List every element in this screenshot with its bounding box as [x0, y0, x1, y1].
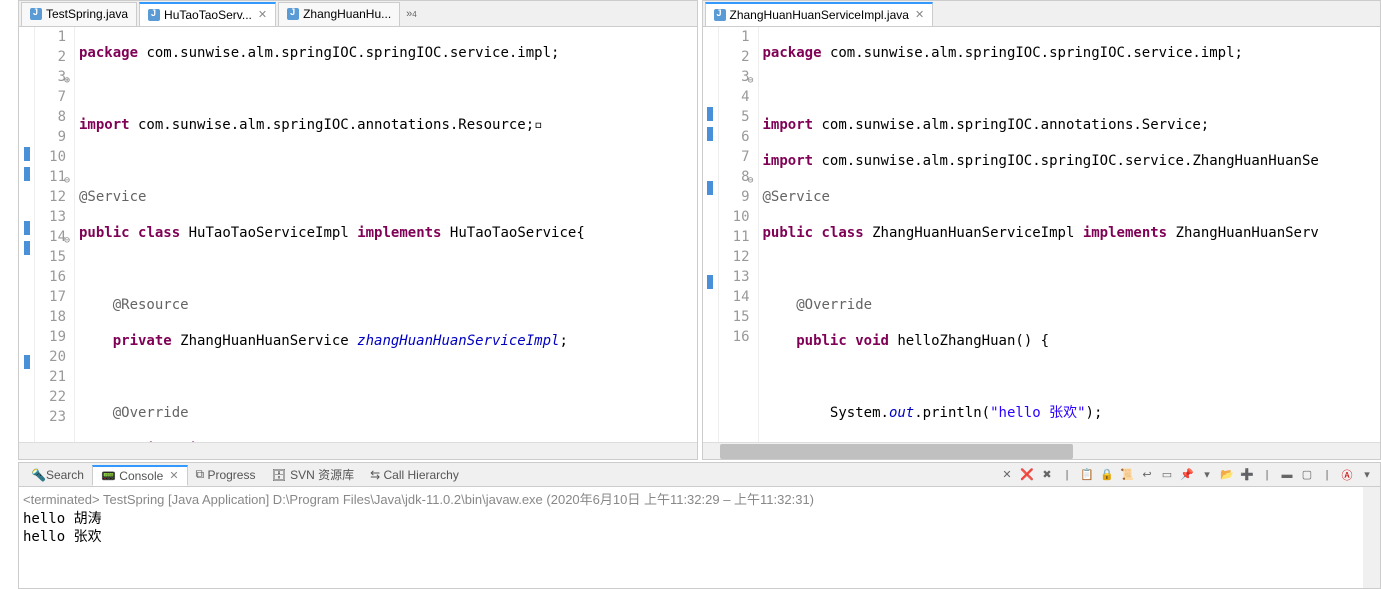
- tab-label: ZhangHuanHu...: [303, 7, 391, 21]
- console-icon: 📟: [101, 469, 116, 483]
- fold-icon[interactable]: ⊖: [60, 171, 70, 181]
- sep-icon: |: [1058, 466, 1076, 484]
- sep-icon: |: [1258, 466, 1276, 484]
- bottom-tabs-bar: 🔦 Search 📟 Console ✕ ⧉ Progress 🗄 SVN 资源…: [19, 463, 1380, 487]
- marker-icon: [707, 181, 713, 195]
- tab-label: ZhangHuanHuanServiceImpl.java: [730, 8, 909, 22]
- tab-testspring[interactable]: TestSpring.java: [21, 2, 137, 26]
- tab-label: HuTaoTaoServ...: [164, 8, 252, 22]
- java-file-icon: [714, 9, 726, 21]
- marker-icon: [24, 241, 30, 255]
- tab-zhanghuanhu[interactable]: ZhangHuanHu...: [278, 2, 400, 26]
- close-icon[interactable]: ✕: [258, 8, 267, 21]
- console-status: <terminated> TestSpring [Java Applicatio…: [19, 487, 1363, 510]
- marker-icon: [24, 147, 30, 161]
- console-toolbar: ✕ ❌ ✖ | 📋 🔒 📜 ↩ ▭ 📌 ▾ 📂 ➕ | ▬ ▢ | Ⓐ ▾: [998, 466, 1376, 484]
- fold-icon[interactable]: ⊖: [60, 231, 70, 241]
- open-console-icon[interactable]: 📂: [1218, 466, 1236, 484]
- console-line: hello 张欢: [23, 528, 1359, 546]
- left-tabs-bar: TestSpring.java HuTaoTaoServ... ✕ ZhangH…: [19, 1, 697, 27]
- console-line: hello 胡涛: [23, 510, 1359, 528]
- right-editor-pane: ZhangHuanHuanServiceImpl.java ✕ 1 2: [702, 0, 1381, 460]
- word-wrap-icon[interactable]: ↩: [1138, 466, 1156, 484]
- marker-icon: [707, 127, 713, 141]
- tab-hutaotaoservice[interactable]: HuTaoTaoServ... ✕: [139, 2, 276, 26]
- more-tabs-indicator[interactable]: »4: [402, 8, 421, 20]
- display-selected-icon[interactable]: ▾: [1198, 466, 1216, 484]
- tab-search[interactable]: 🔦 Search: [23, 466, 92, 484]
- svn-icon: 🗄: [271, 468, 286, 482]
- tab-progress[interactable]: ⧉ Progress: [188, 465, 264, 484]
- close-icon[interactable]: ✕: [169, 469, 178, 482]
- pin-icon[interactable]: 📌: [1178, 466, 1196, 484]
- sep-icon: |: [1318, 466, 1336, 484]
- console-output[interactable]: hello 胡涛 hello 张欢: [19, 510, 1363, 588]
- tab-svn[interactable]: 🗄 SVN 资源库: [263, 464, 362, 485]
- ide-workspace: TestSpring.java HuTaoTaoServ... ✕ ZhangH…: [0, 0, 1381, 589]
- tab-call-hierarchy[interactable]: ⇆ Call Hierarchy: [362, 466, 467, 484]
- horizontal-scrollbar[interactable]: [19, 442, 697, 459]
- marker-icon: [24, 221, 30, 235]
- left-editor-pane: TestSpring.java HuTaoTaoServ... ✕ ZhangH…: [18, 0, 698, 460]
- horizontal-scrollbar[interactable]: [703, 442, 1381, 459]
- annotation-icon[interactable]: Ⓐ: [1338, 466, 1356, 484]
- marker-icon: [24, 355, 30, 369]
- right-code-area[interactable]: 1 2 3⊖ 4 5 6 7 8⊖ 9 10 11 12 13 14 15 16: [703, 27, 1381, 442]
- progress-icon: ⧉: [196, 467, 205, 482]
- editors-row: TestSpring.java HuTaoTaoServ... ✕ ZhangH…: [0, 0, 1381, 460]
- marker-bar: [19, 27, 35, 442]
- clear-icon[interactable]: ✕: [998, 466, 1016, 484]
- java-file-icon: [287, 8, 299, 20]
- marker-icon: [24, 167, 30, 181]
- tab-label: TestSpring.java: [46, 7, 128, 21]
- console-body: <terminated> TestSpring [Java Applicatio…: [19, 487, 1380, 588]
- copy-icon[interactable]: 📋: [1078, 466, 1096, 484]
- java-file-icon: [30, 8, 42, 20]
- options-icon[interactable]: ▾: [1358, 466, 1376, 484]
- marker-icon: [707, 275, 713, 289]
- remove-all-icon[interactable]: ❌: [1018, 466, 1036, 484]
- maximize-icon[interactable]: ▢: [1298, 466, 1316, 484]
- close-icon[interactable]: ✕: [915, 8, 924, 21]
- fold-icon[interactable]: ⊖: [744, 171, 754, 181]
- marker-icon: [707, 107, 713, 121]
- marker-bar: [703, 27, 719, 442]
- scroll-lock-icon[interactable]: 📜: [1118, 466, 1136, 484]
- new-console-icon[interactable]: ➕: [1238, 466, 1256, 484]
- hierarchy-icon: ⇆: [370, 468, 380, 482]
- code-content[interactable]: package com.sunwise.alm.springIOC.spring…: [75, 27, 697, 442]
- fold-icon[interactable]: ⊕: [60, 71, 70, 81]
- code-content[interactable]: package com.sunwise.alm.springIOC.spring…: [759, 27, 1381, 442]
- vertical-scrollbar[interactable]: [1363, 487, 1380, 588]
- lock-icon[interactable]: 🔒: [1098, 466, 1116, 484]
- search-icon: 🔦: [31, 468, 46, 482]
- line-number-gutter: 1 2 3⊖ 4 5 6 7 8⊖ 9 10 11 12 13 14 15 16: [719, 27, 759, 442]
- java-file-icon: [148, 9, 160, 21]
- tab-console[interactable]: 📟 Console ✕: [92, 465, 188, 486]
- line-number-gutter: 1 2 3⊕ 7 8 9 10 11⊖ 12 13 14⊖ 15 16 17 1…: [35, 27, 75, 442]
- right-tabs-bar: ZhangHuanHuanServiceImpl.java ✕: [703, 1, 1381, 27]
- fold-icon[interactable]: ⊖: [744, 71, 754, 81]
- show-console-icon[interactable]: ▭: [1158, 466, 1176, 484]
- minimize-icon[interactable]: ▬: [1278, 466, 1296, 484]
- bottom-panel: 🔦 Search 📟 Console ✕ ⧉ Progress 🗄 SVN 资源…: [18, 462, 1381, 589]
- tab-zhanghuanhuanserviceimpl[interactable]: ZhangHuanHuanServiceImpl.java ✕: [705, 2, 934, 26]
- left-code-area[interactable]: 1 2 3⊕ 7 8 9 10 11⊖ 12 13 14⊖ 15 16 17 1…: [19, 27, 697, 442]
- remove-launch-icon[interactable]: ✖: [1038, 466, 1056, 484]
